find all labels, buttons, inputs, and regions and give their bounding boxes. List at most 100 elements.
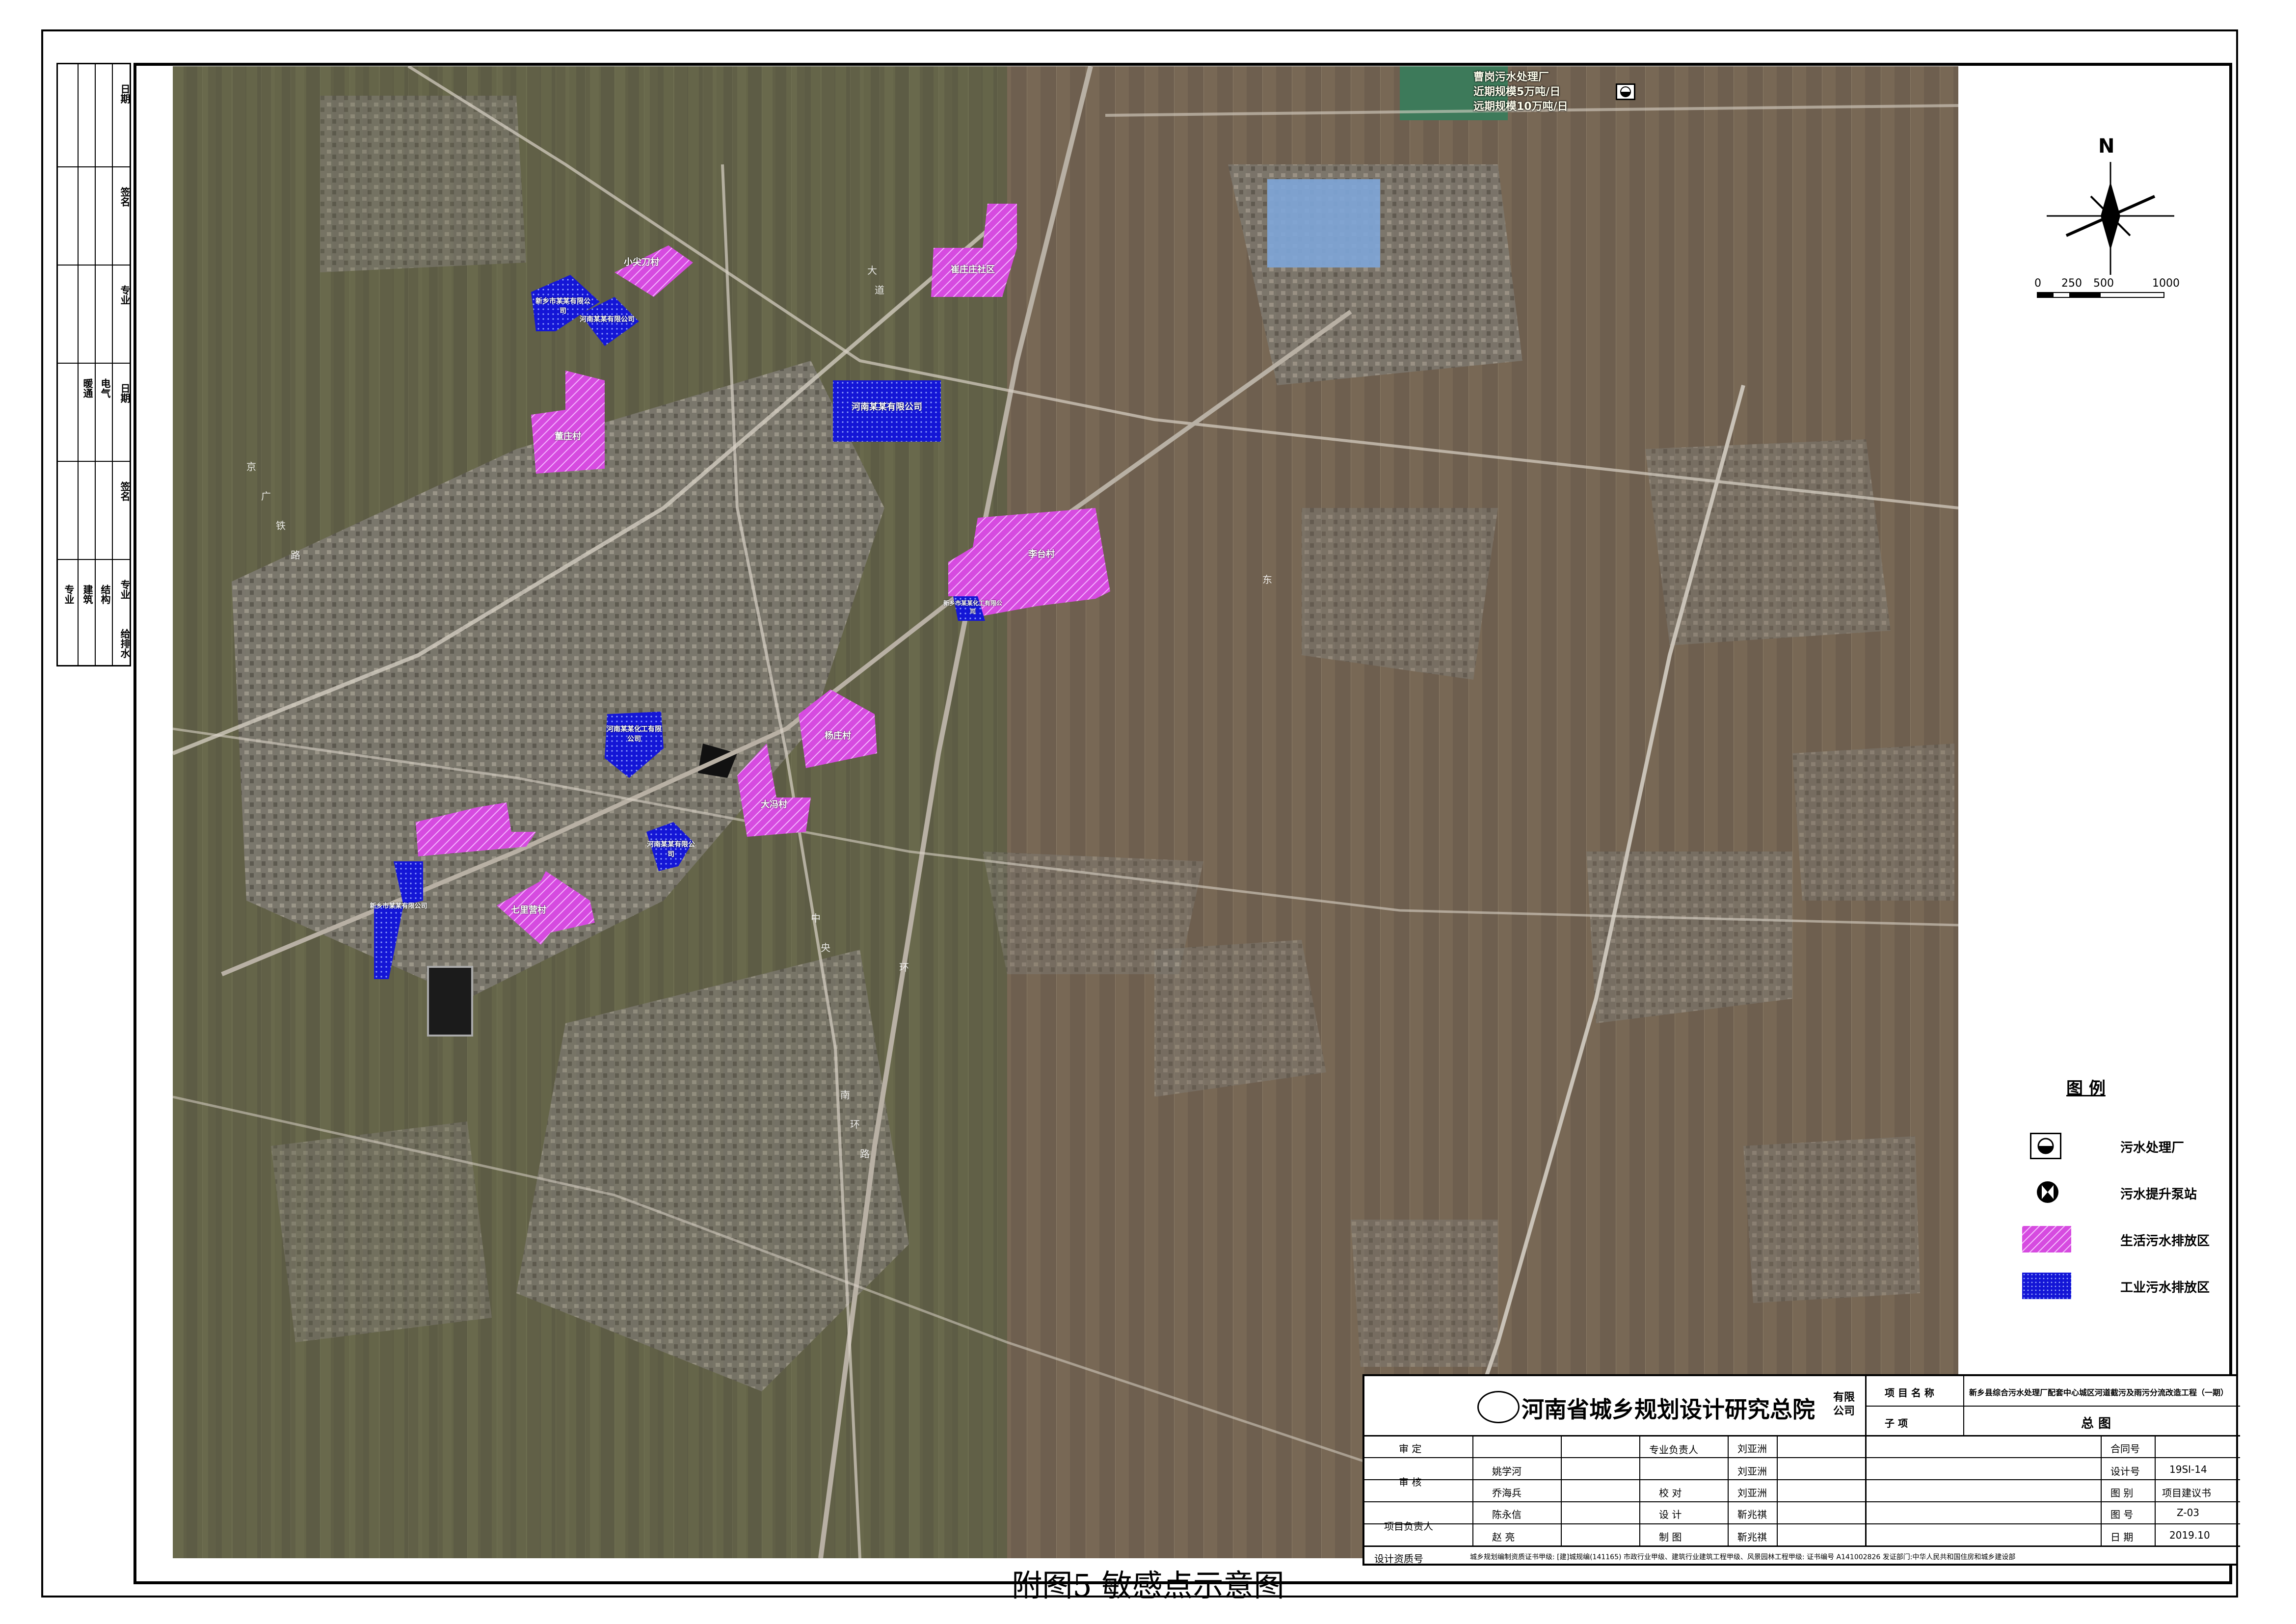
person-name: 刘亚洲 <box>1737 1443 1767 1455</box>
treatment-plant-icon <box>1616 83 1635 100</box>
institute-suffix: 有限公司 <box>1833 1391 1855 1417</box>
strip-cell: 日期 <box>58 64 131 167</box>
zone-label: 河南某某有限公司 <box>647 841 695 858</box>
road-label: 大 <box>867 265 877 276</box>
person-name: 靳兆祺 <box>1737 1531 1767 1543</box>
north-label: N <box>2098 135 2115 158</box>
treatment-plant-icon <box>2030 1133 2061 1159</box>
meta-key: 设计号 <box>2110 1465 2140 1477</box>
zone-label: 大冯村 <box>761 799 787 810</box>
legend-label: 生活污水排放区 <box>2120 1234 2210 1249</box>
legend-label: 污水提升泵站 <box>2120 1187 2197 1202</box>
road-label: 东 <box>1262 574 1272 586</box>
strip-label: 日期 <box>119 84 131 104</box>
tb-divider <box>1561 1435 1562 1545</box>
person-name: 刘亚洲 <box>1737 1487 1767 1499</box>
institute-logo-icon <box>1477 1391 1520 1423</box>
meta-value: 项目建议书 <box>2162 1487 2211 1499</box>
strip-label: 给排水 <box>119 629 131 658</box>
north-arrow: N 0 250 500 1000 <box>2034 128 2184 324</box>
scale-label: 250 <box>2061 277 2082 290</box>
road-label: 南 <box>840 1089 850 1101</box>
zone-label: 河南某某有限公司 <box>580 316 635 323</box>
zone-label: 七里营村 <box>511 905 546 915</box>
notice-line: 曹岗污水处理厂 <box>1473 71 1549 83</box>
project-name: 新乡县综合污水处理厂配套中心城区河道截污及雨污分流改造工程（一期） <box>1969 1388 2229 1397</box>
person-name: 刘亚洲 <box>1737 1465 1767 1477</box>
pump-station-icon <box>2035 1179 2060 1205</box>
pond <box>427 966 473 1037</box>
legend-item: 工业污水排放区 <box>2012 1269 2218 1303</box>
title-block: 河南省城乡规划设计研究总院 有限公司 项 目 名 称 新乡县综合污水处理厂配套中… <box>1362 1374 2240 1566</box>
role-label: 审 定 <box>1399 1443 1422 1455</box>
road-label: 道 <box>875 284 884 296</box>
road-label: 环 <box>899 961 909 973</box>
legend-title: 图 例 <box>2066 1079 2106 1098</box>
satellite-map[interactable]: 曹岗污水处理厂 近期规模5万吨/日 远期规模10万吨/日 小尖刀村 崔庄庄社区 … <box>173 66 1958 1558</box>
village <box>1154 940 1326 1097</box>
village <box>271 1121 492 1342</box>
scale-label: 0 <box>2034 277 2041 290</box>
compass-rose-icon <box>2047 162 2174 275</box>
strip-label: 专业 <box>63 585 75 604</box>
tb-divider <box>1364 1523 2240 1524</box>
domestic-zone-swatch <box>2022 1226 2071 1252</box>
meta-key: 日 期 <box>2110 1531 2134 1543</box>
village <box>1351 1220 1498 1367</box>
sub-item-label: 子 项 <box>1885 1417 1908 1429</box>
zone-label: 河南某某有限公司 <box>852 402 922 412</box>
zone-label: 新乡市某某有限公司 <box>370 903 427 910</box>
zone-label: 新乡市某某化工有限公司 <box>943 600 1003 615</box>
strip-cell: 专业 <box>58 266 131 364</box>
tb-divider <box>1364 1435 2240 1437</box>
meta-key: 合同号 <box>2110 1443 2140 1455</box>
role-label: 专业负责人 <box>1649 1444 1698 1456</box>
role-label: 审 核 <box>1399 1476 1422 1488</box>
legend-item: 生活污水排放区 <box>2012 1222 2218 1256</box>
meta-key: 图 号 <box>2110 1509 2134 1520</box>
tb-divider <box>1364 1545 2240 1547</box>
person-name: 陈永信 <box>1492 1509 1522 1520</box>
legend-item: 污水处理厂 <box>2012 1129 2218 1163</box>
legend: 图 例 污水处理厂 污水提升泵站 生活污水排放区 工业污水排放区 <box>1993 1075 2223 1330</box>
notice-line: 远期规模10万吨/日 <box>1473 101 1568 113</box>
zone-label: 杨庄村 <box>825 731 851 741</box>
zone-label: 小尖刀村 <box>624 257 659 267</box>
tb-divider <box>1865 1406 2240 1407</box>
strip-label: 专业 <box>119 285 131 305</box>
project-name-label: 项 目 名 称 <box>1885 1387 1934 1399</box>
strip-label: 签名 <box>119 187 131 207</box>
meta-value: 2019.10 <box>2169 1529 2210 1541</box>
road-label: 环 <box>850 1118 860 1130</box>
road-label: 路 <box>291 549 300 561</box>
zone-label: 董庄村 <box>555 431 581 442</box>
tb-divider <box>1364 1457 2240 1458</box>
zone-label: 李台村 <box>1028 549 1055 559</box>
treatment-plant-notice: 曹岗污水处理厂 近期规模5万吨/日 远期规模10万吨/日 <box>1473 70 1568 114</box>
scale-bar <box>2037 292 2164 298</box>
tb-divider <box>1472 1435 1473 1545</box>
drawing-title: 总 图 <box>2081 1416 2111 1431</box>
signature-strip: 日期 签名 专业 日期 签名 专业 专业 建筑 结构 电气 暖通 给排水 <box>56 63 131 666</box>
zone-label: 新乡市某某有限公司 <box>535 297 590 315</box>
scale-segment <box>2038 293 2054 297</box>
village <box>1792 744 1954 901</box>
strip-label: 暖通 <box>81 378 93 398</box>
role-label: 设 计 <box>1659 1509 1682 1520</box>
meta-value: 19SI-14 <box>2169 1464 2207 1475</box>
scale-label: 500 <box>2093 277 2114 290</box>
role-label: 校 对 <box>1659 1487 1682 1499</box>
industrial-zone-swatch <box>2022 1273 2071 1299</box>
tb-divider <box>2101 1435 2102 1545</box>
road-label: 广 <box>261 490 271 502</box>
road-label: 中 <box>811 912 821 924</box>
scale-segment <box>2069 293 2101 297</box>
tb-divider <box>1639 1435 1640 1545</box>
strip-label: 建筑 <box>81 585 93 604</box>
person-name: 姚学河 <box>1492 1465 1522 1477</box>
qualification-text: 城乡规划编制资质证书甲级: [建]城规编(141165) 市政行业甲级、建筑行业… <box>1470 1553 2016 1561</box>
tb-divider <box>1777 1435 1778 1545</box>
strip-label: 专业 <box>119 580 131 599</box>
person-name: 乔海兵 <box>1492 1487 1522 1499</box>
strip-cell: 签名 <box>58 462 131 560</box>
